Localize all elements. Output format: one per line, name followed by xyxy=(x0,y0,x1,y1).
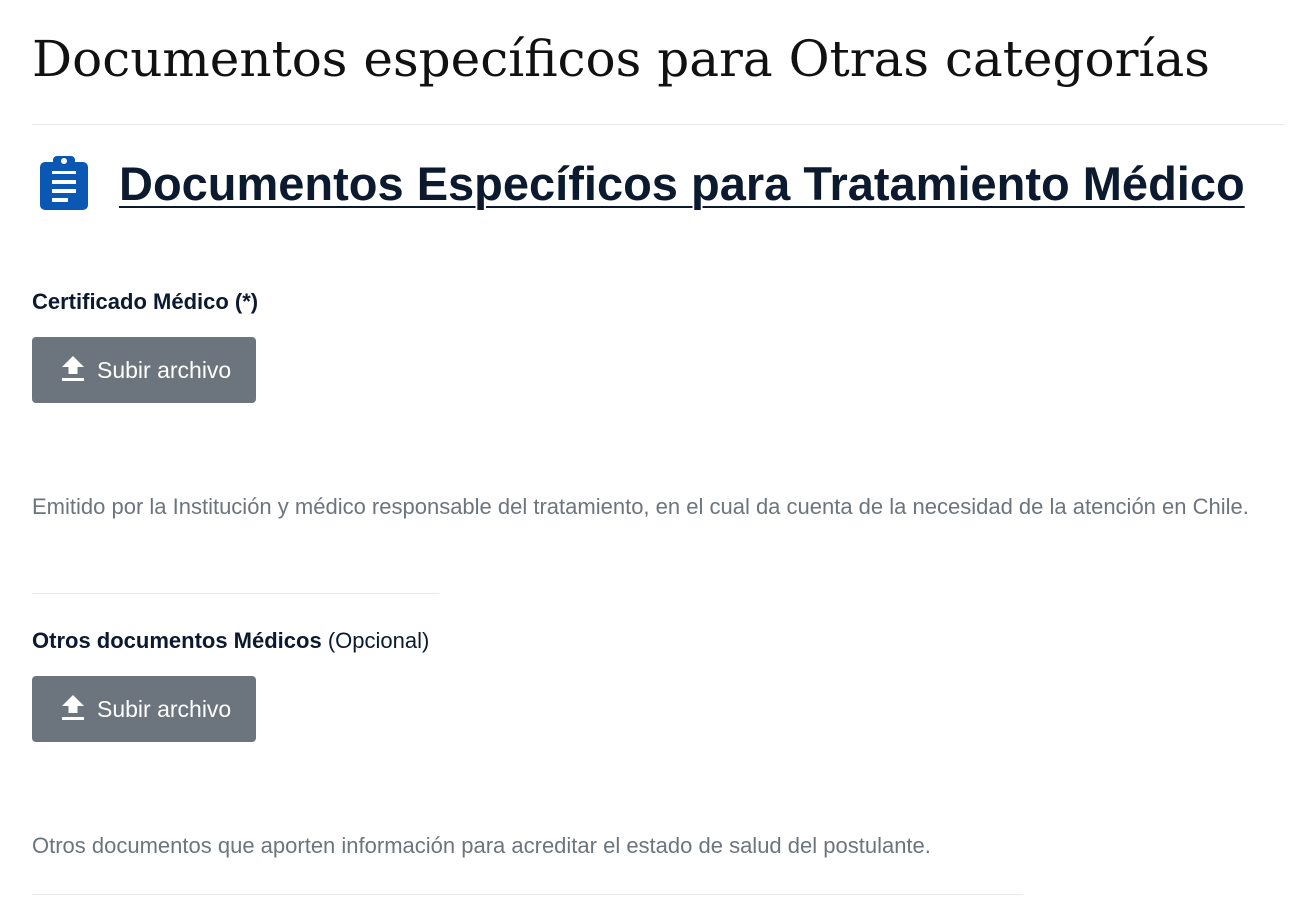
page-title: Documentos específicos para Otras catego… xyxy=(32,30,1210,88)
optional-tag: (Opcional) xyxy=(327,628,430,653)
field-divider xyxy=(32,593,439,594)
help-text-certificado: Emitido por la Institución y médico resp… xyxy=(32,494,1249,519)
field-label-text: Certificado Médico (*) xyxy=(32,289,259,314)
clipboard-icon xyxy=(36,154,92,212)
title-divider xyxy=(32,124,1285,125)
upload-icon xyxy=(60,693,86,721)
upload-button-label: Subir archivo xyxy=(97,356,232,383)
field-label-otros: Otros documentos Médicos (Opcional) xyxy=(32,628,429,654)
upload-button-otros[interactable]: Subir archivo xyxy=(32,676,256,742)
section-header: Documentos Específicos para Tratamiento … xyxy=(32,154,1245,212)
upload-button-certificado[interactable]: Subir archivo xyxy=(32,337,256,403)
upload-icon xyxy=(60,354,86,382)
upload-button-label: Subir archivo xyxy=(97,695,232,722)
section-title-link[interactable]: Documentos Específicos para Tratamiento … xyxy=(119,156,1245,211)
field-label-certificado: Certificado Médico (*) xyxy=(32,289,258,315)
help-text-otros: Otros documentos que aporten información… xyxy=(32,833,931,858)
field-divider xyxy=(32,894,1023,895)
field-label-text: Otros documentos Médicos xyxy=(32,628,322,653)
